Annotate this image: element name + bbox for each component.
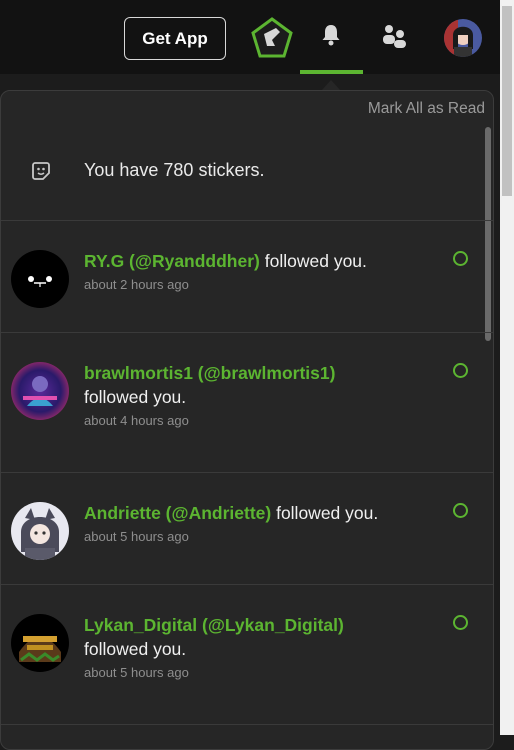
unread-indicator-icon[interactable] [453,615,468,630]
bell-icon[interactable] [318,22,344,48]
dropdown-caret [322,80,340,90]
notification-timestamp: about 5 hours ago [84,665,189,680]
notification-action: followed you. [84,639,187,659]
sticker-icon [32,162,50,180]
notification-timestamp: about 4 hours ago [84,413,189,428]
avatar[interactable] [11,362,69,420]
notification-username[interactable]: brawlmortis1 (@brawlmortis1) [84,363,335,383]
active-tab-indicator [300,70,363,74]
people-icon[interactable] [380,24,408,50]
user-avatar[interactable] [444,19,482,57]
unread-indicator-icon[interactable] [453,363,468,378]
avatar[interactable] [11,502,69,560]
notification-action: followed you. [84,387,187,407]
unread-indicator-icon[interactable] [453,251,468,266]
stickers-row[interactable]: You have 780 stickers. [1,91,493,221]
notification-item[interactable]: Lykan_Digital (@Lykan_Digital) followed … [1,585,493,725]
top-bar: Get App [0,0,500,74]
notification-text: Lykan_Digital (@Lykan_Digital) followed … [84,613,414,661]
get-app-button[interactable]: Get App [124,17,226,60]
avatar[interactable] [11,614,69,672]
notification-timestamp: about 2 hours ago [84,277,189,292]
notification-text: Andriette (@Andriette) followed you. [84,501,414,525]
notification-item[interactable]: RY.G (@Ryandddher) followed you. about 2… [1,221,493,333]
stickers-count-text: You have 780 stickers. [84,160,265,180]
notification-username[interactable]: Andriette (@Andriette) [84,503,271,523]
notifications-panel: Mark All as Read You have 780 stickers. … [0,90,494,750]
pentagon-badge-icon[interactable] [250,16,294,60]
page-scrollbar-thumb[interactable] [502,6,512,196]
notification-text: brawlmortis1 (@brawlmortis1) followed yo… [84,361,414,409]
notification-item[interactable]: brawlmortis1 (@brawlmortis1) followed yo… [1,333,493,473]
notification-timestamp: about 5 hours ago [84,529,189,544]
notification-action: followed you. [276,503,379,523]
notification-action: followed you. [264,251,367,271]
unread-indicator-icon[interactable] [453,503,468,518]
notification-username[interactable]: Lykan_Digital (@Lykan_Digital) [84,615,344,635]
notification-text: RY.G (@Ryandddher) followed you. [84,249,414,273]
notification-username[interactable]: RY.G (@Ryandddher) [84,251,260,271]
avatar[interactable] [11,250,69,308]
notification-item[interactable]: Andriette (@Andriette) followed you. abo… [1,473,493,585]
